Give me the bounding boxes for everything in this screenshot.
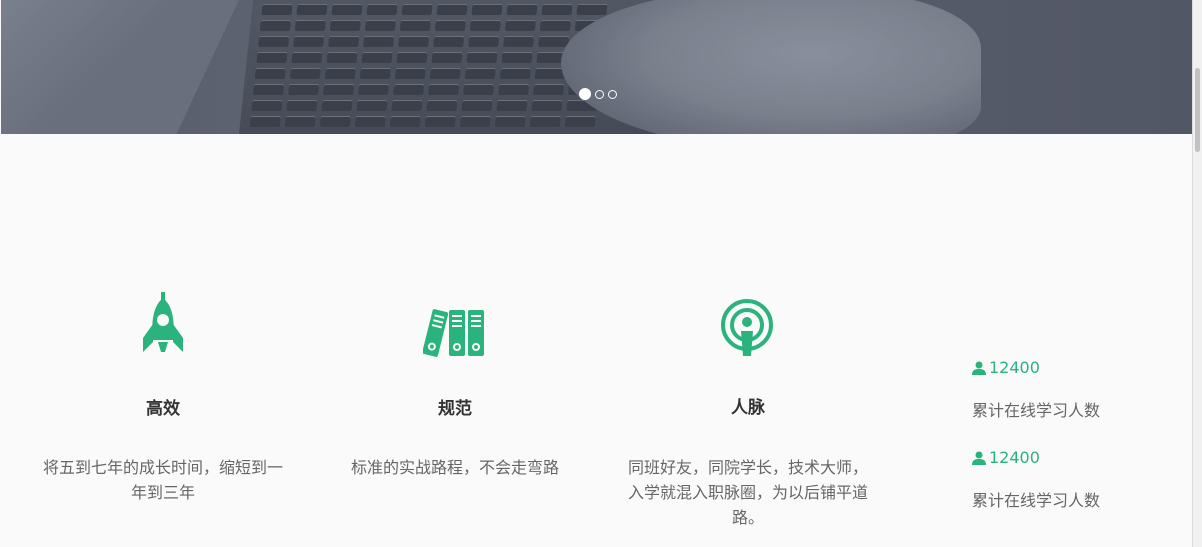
feature-network: 人脉 同班好友，同院学长，技术大师， 入学就混入职脉圈，为以后铺平道 路。 [603, 290, 893, 530]
feature-description: 将五到七年的成长时间，缩短到一 年到三年 [42, 458, 283, 502]
feature-description: 同班好友，同院学长，技术大师， 入学就混入职脉圈，为以后铺平道 路。 [627, 458, 868, 527]
vertical-scrollbar[interactable] [1193, 0, 1202, 547]
stat-value: 12400 [989, 448, 1040, 467]
user-icon [972, 451, 986, 465]
feature-title: 人脉 [731, 398, 765, 418]
feature-efficient: 高效 将五到七年的成长时间，缩短到一 年到三年 [18, 290, 308, 520]
user-icon [972, 361, 986, 375]
stat-label: 累计在线学习人数 [972, 401, 1101, 420]
feature-description: 标准的实战路程，不会走弯路 [350, 458, 559, 477]
binders-icon [423, 309, 484, 357]
rocket-icon [143, 292, 183, 352]
scrollbar-thumb[interactable] [1195, 68, 1200, 152]
stat-value: 12400 [989, 358, 1040, 377]
feature-standard: 规范 标准的实战路程，不会走弯路 [310, 290, 600, 520]
carousel-dot-2[interactable] [595, 89, 604, 99]
podcast-icon [721, 299, 773, 356]
feature-title: 高效 [146, 399, 180, 419]
feature-title: 规范 [438, 399, 472, 419]
stat-online-learners-2: 12400 累计在线学习人数 [972, 448, 1100, 511]
hero-carousel[interactable] [1, 0, 1193, 134]
carousel-dot-3[interactable] [608, 89, 617, 99]
carousel-dot-1[interactable] [579, 88, 591, 100]
stat-label: 累计在线学习人数 [972, 491, 1101, 510]
stat-online-learners-1: 12400 累计在线学习人数 [972, 358, 1100, 421]
carousel-indicators [579, 88, 617, 100]
